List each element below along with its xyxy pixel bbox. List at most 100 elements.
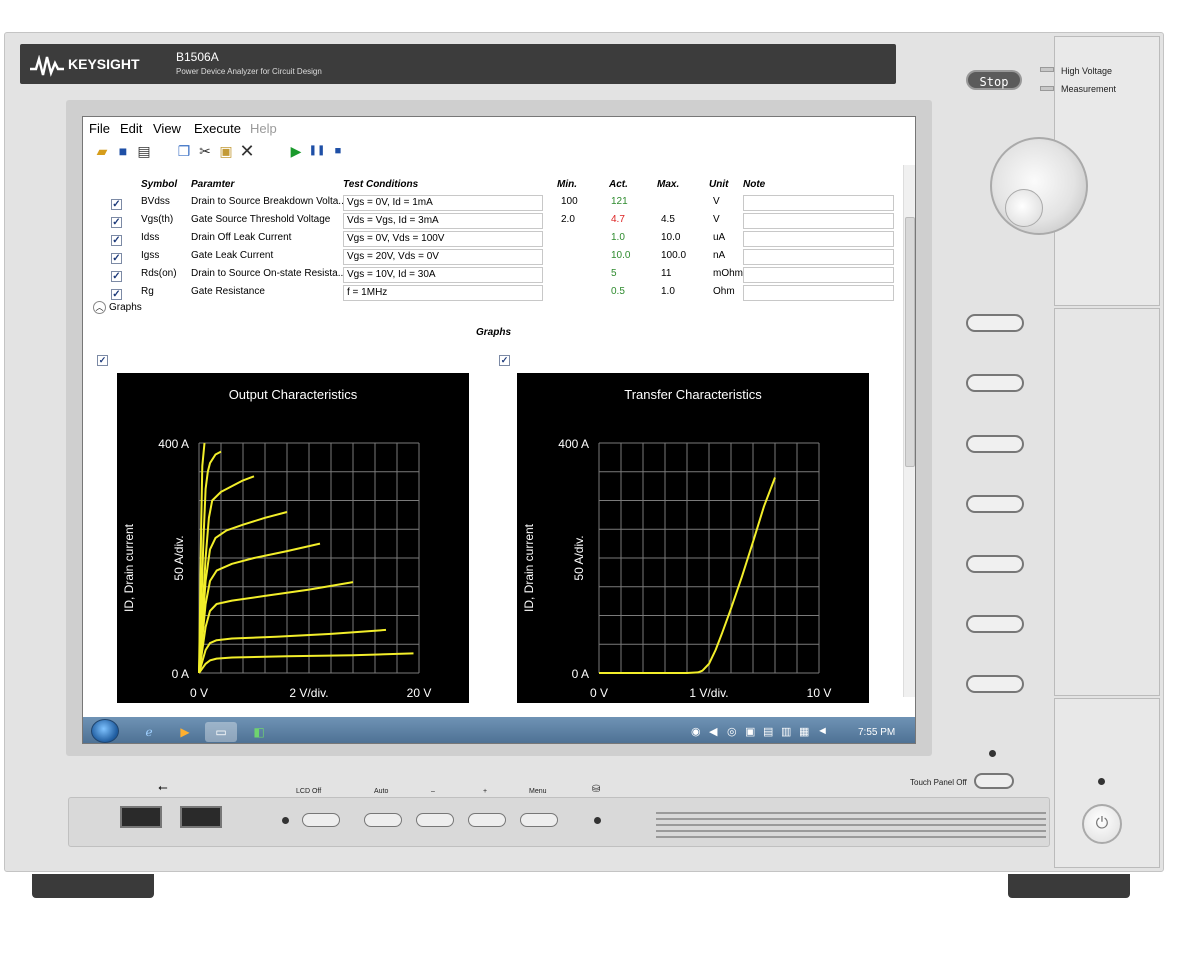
table-row: ✓ BVdss Drain to Source Breakdown Volta...… xyxy=(83,195,915,213)
row-note-field[interactable] xyxy=(743,213,894,229)
row-act: 10.0 xyxy=(611,250,631,261)
row-note-field[interactable] xyxy=(743,285,894,301)
plus-button[interactable] xyxy=(468,813,506,827)
row-checkbox[interactable]: ✓ xyxy=(111,271,122,282)
y-tick-label-min: 0 A xyxy=(572,667,589,681)
table-row: ✓ Rg Gate Resistance f = 1MHz 0.5 1.0 Ohm xyxy=(83,285,915,303)
scrollbar-thumb[interactable] xyxy=(905,217,915,467)
y-axis-scale-label: 50 A/div. xyxy=(172,535,186,580)
softkey-6[interactable] xyxy=(966,615,1024,633)
menu-file[interactable]: File xyxy=(89,121,110,136)
softkey-4[interactable] xyxy=(966,495,1024,513)
start-button[interactable] xyxy=(91,719,119,743)
row-max: 100.0 xyxy=(661,250,687,261)
toolbar: ▰ ■ ▤ ❐ ✂ ▣ ✕ ▶ ❚❚ ■ xyxy=(83,139,915,165)
tray-app-icon[interactable]: ◎ xyxy=(727,725,737,738)
run-icon[interactable]: ▶ xyxy=(287,142,305,160)
row-test-conditions[interactable]: Vgs = 0V, Id = 1mA xyxy=(343,195,543,211)
disk-led xyxy=(594,817,601,824)
right-foot xyxy=(1008,874,1130,898)
row-test-conditions[interactable]: Vgs = 20V, Vds = 0V xyxy=(343,249,543,265)
softkey-5[interactable] xyxy=(966,555,1024,573)
left-foot xyxy=(32,874,154,898)
logo-bar xyxy=(20,44,896,84)
row-test-conditions[interactable]: Vgs = 10V, Id = 30A xyxy=(343,267,543,283)
ie-icon[interactable]: ℯ xyxy=(133,722,165,742)
network-icon[interactable]: ◉ xyxy=(691,725,701,738)
row-note-field[interactable] xyxy=(743,231,894,247)
menu-view[interactable]: View xyxy=(153,121,181,136)
delete-icon[interactable]: ✕ xyxy=(238,142,256,160)
softkey-7[interactable] xyxy=(966,675,1024,693)
volume-icon[interactable]: ◀ xyxy=(709,725,717,738)
speaker-icon[interactable]: ◄ xyxy=(817,725,828,737)
row-note-field[interactable] xyxy=(743,195,894,211)
stop-icon[interactable]: ■ xyxy=(329,142,347,160)
menu-execute[interactable]: Execute xyxy=(194,121,241,136)
graphs-toggle-label: Graphs xyxy=(109,302,142,314)
row-parameter: Drain to Source Breakdown Volta... xyxy=(191,196,347,207)
pause-icon[interactable]: ❚❚ xyxy=(308,142,326,160)
chart-background xyxy=(117,373,469,703)
media-player-icon[interactable]: ▶ xyxy=(169,722,201,742)
row-checkbox[interactable]: ✓ xyxy=(111,199,122,210)
model-subtitle: Power Device Analyzer for Circuit Design xyxy=(176,67,322,76)
copy-icon[interactable]: ❐ xyxy=(175,142,193,160)
x-axis-label: 2 V/div. xyxy=(289,686,328,700)
x-tick-label-max: 10 V xyxy=(807,686,832,700)
row-checkbox[interactable]: ✓ xyxy=(111,235,122,246)
power-button[interactable]: ⏻ xyxy=(1082,804,1122,844)
paste-icon[interactable]: ▣ xyxy=(217,142,235,160)
touch-panel-off-label: Touch Panel Off xyxy=(910,778,967,787)
softkey-1[interactable] xyxy=(966,314,1024,332)
auto-button[interactable] xyxy=(364,813,402,827)
row-unit: Ohm xyxy=(713,286,735,297)
row-test-conditions[interactable]: f = 1MHz xyxy=(343,285,543,301)
graph-checkbox-output[interactable]: ✓ xyxy=(97,355,108,366)
cut-icon[interactable]: ✂ xyxy=(196,142,214,160)
row-note-field[interactable] xyxy=(743,249,894,265)
disk-icon: ⛁ xyxy=(592,784,601,795)
row-note-field[interactable] xyxy=(743,267,894,283)
row-test-conditions[interactable]: Vgs = 0V, Vds = 100V xyxy=(343,231,543,247)
graph-checkbox-transfer[interactable]: ✓ xyxy=(499,355,510,366)
graphs-toggle[interactable]: ︿ Graphs xyxy=(93,301,142,314)
menu-edit[interactable]: Edit xyxy=(120,121,142,136)
lcd-off-button[interactable] xyxy=(302,813,340,827)
app-window-icon-2[interactable]: ◧ xyxy=(243,722,275,742)
row-test-conditions[interactable]: Vds = Vgs, Id = 3mA xyxy=(343,213,543,229)
row-parameter: Drain Off Leak Current xyxy=(191,232,292,243)
header-unit: Unit xyxy=(709,179,729,190)
row-symbol: Rg xyxy=(141,286,154,297)
menu-bar: File Edit View Execute Help xyxy=(83,117,915,139)
tray-monitor-icon[interactable]: ▣ xyxy=(745,725,755,738)
tray-display-icon[interactable]: ▤ xyxy=(763,725,773,738)
row-checkbox[interactable]: ✓ xyxy=(111,289,122,300)
softkey-3[interactable] xyxy=(966,435,1024,453)
menu-help[interactable]: Help xyxy=(250,121,277,136)
tray-device-icon[interactable]: ▥ xyxy=(781,725,791,738)
instrument: KEYSIGHT B1506A Power Device Analyzer fo… xyxy=(0,0,1195,969)
row-parameter: Drain to Source On-state Resista... xyxy=(191,268,347,279)
print-icon[interactable]: ▤ xyxy=(135,142,153,160)
row-unit: uA xyxy=(713,232,726,243)
chart-background xyxy=(517,373,869,703)
menu-button[interactable] xyxy=(520,813,558,827)
row-checkbox[interactable]: ✓ xyxy=(111,217,122,228)
power-led xyxy=(1098,778,1105,785)
stop-button[interactable]: Stop xyxy=(966,70,1022,90)
row-symbol: Rds(on) xyxy=(141,268,177,279)
row-act: 4.7 xyxy=(611,214,625,225)
save-icon[interactable]: ■ xyxy=(114,142,132,160)
app-window-icon[interactable]: ▭ xyxy=(205,722,237,742)
touch-panel-off-button[interactable] xyxy=(974,773,1014,789)
open-folder-icon[interactable]: ▰ xyxy=(93,142,111,160)
rotary-knob[interactable] xyxy=(990,137,1088,235)
minus-button[interactable] xyxy=(416,813,454,827)
knob-center xyxy=(1005,189,1043,227)
row-min: 2.0 xyxy=(561,214,575,225)
tray-security-icon[interactable]: ▦ xyxy=(799,725,809,738)
softkey-2[interactable] xyxy=(966,374,1024,392)
x-tick-label-min: 0 V xyxy=(590,686,608,700)
row-checkbox[interactable]: ✓ xyxy=(111,253,122,264)
